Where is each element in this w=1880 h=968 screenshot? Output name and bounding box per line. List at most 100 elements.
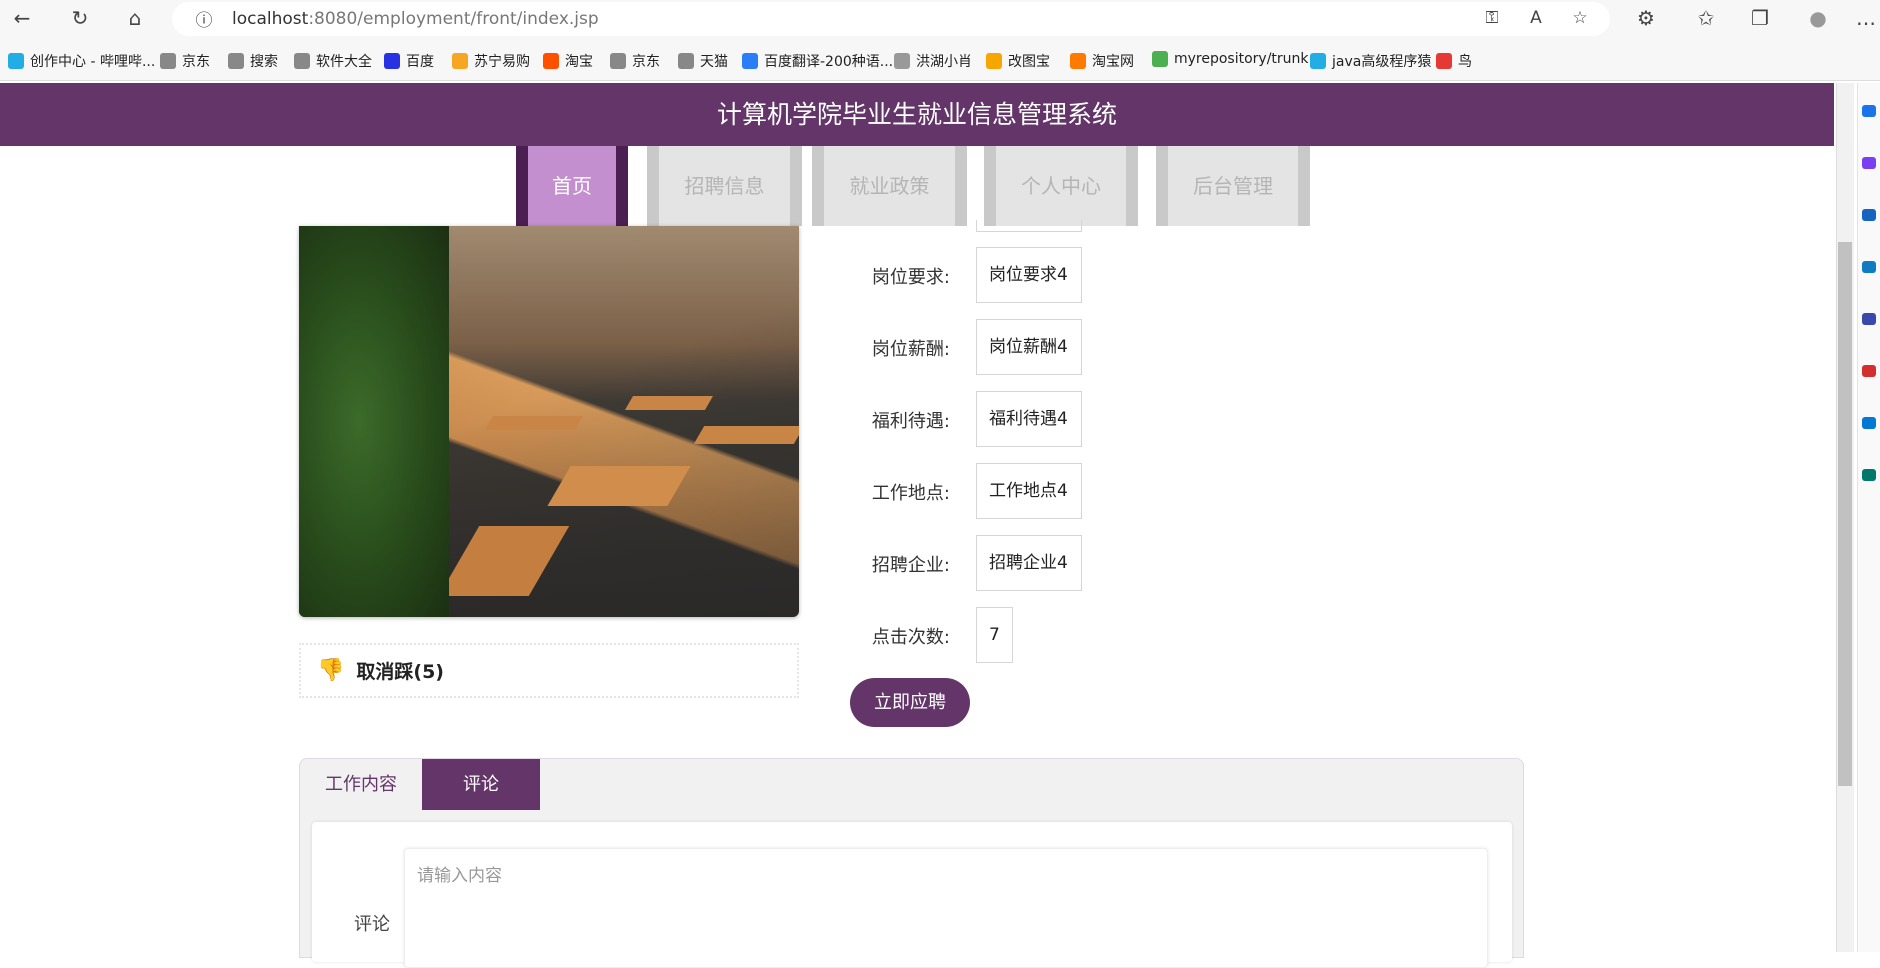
nav-home[interactable]: 首页	[516, 146, 628, 226]
bookmark-item[interactable]: 鸟	[1436, 51, 1472, 71]
site-header: 计算机学院毕业生就业信息管理系统	[0, 83, 1834, 146]
bookmark-icon	[894, 53, 910, 69]
games-icon[interactable]	[1862, 313, 1876, 325]
search-icon[interactable]	[1862, 105, 1876, 117]
bookmark-item[interactable]: 百度	[384, 51, 434, 71]
read-aloud-icon[interactable]: A	[1522, 8, 1550, 28]
bookmark-label: 软件大全	[316, 54, 372, 70]
nav-jobs[interactable]: 招聘信息	[647, 146, 802, 226]
extensions-icon[interactable]: ⚙	[1632, 6, 1660, 30]
thumbs-down-icon: 👎	[317, 658, 345, 683]
bookmark-item[interactable]: 软件大全	[294, 51, 372, 71]
bookmark-icon	[986, 53, 1002, 69]
add-favorite-icon[interactable]: ☆	[1566, 8, 1594, 28]
bookmark-label: 淘宝	[565, 54, 593, 70]
back-icon[interactable]: ←	[8, 6, 36, 30]
reload-icon[interactable]: ↻	[66, 6, 94, 30]
collections-icon[interactable]: ❐	[1746, 6, 1774, 30]
bookmark-item[interactable]: 苏宁易购	[452, 51, 530, 71]
bookmark-label: java高级程序猿	[1332, 54, 1432, 70]
bookmark-label: 洪湖小肖	[916, 54, 972, 70]
bookmark-item[interactable]: 淘宝	[543, 51, 593, 71]
bookmark-label: 苏宁易购	[474, 54, 530, 70]
field-label: 招聘企业:	[871, 555, 950, 576]
bookmark-icon	[1310, 53, 1326, 69]
bookmark-label: myrepository/trunk...	[1174, 51, 1322, 67]
url-host: localhost	[232, 9, 309, 29]
office-icon[interactable]	[1862, 365, 1876, 377]
shopping-icon[interactable]	[1862, 209, 1876, 221]
bookmark-item[interactable]: 洪湖小肖	[894, 51, 972, 71]
comment-label: 评论	[354, 914, 390, 935]
browser-toolbar: ← ↻ ⌂ ⓘ localhost:8080/employment/front/…	[0, 0, 1880, 41]
tools-icon[interactable]	[1862, 261, 1876, 273]
nav-policy[interactable]: 就业政策	[812, 146, 967, 226]
dislike-toggle[interactable]: 👎 取消踩(5)	[299, 643, 799, 698]
url-text: localhost:8080/employment/front/index.js…	[232, 9, 599, 29]
bookmark-icon	[8, 53, 24, 69]
edge-sidebar	[1857, 83, 1880, 952]
field-label: 点击次数:	[871, 627, 950, 648]
bookmark-label: 京东	[632, 54, 660, 70]
bookmark-label: 改图宝	[1008, 54, 1050, 70]
field-value: 岗位薪酬4	[976, 319, 1082, 375]
bookmark-icon	[1070, 53, 1086, 69]
bookmark-label: 鸟	[1458, 54, 1472, 70]
bookmark-label: 搜索	[250, 54, 278, 70]
field-value: 工作地点4	[976, 463, 1082, 519]
scrollbar-thumb[interactable]	[1838, 242, 1852, 786]
outlook-icon[interactable]	[1862, 417, 1876, 429]
bookmark-item[interactable]: 京东	[610, 51, 660, 71]
bookmark-icon	[294, 53, 310, 69]
drop-icon[interactable]	[1862, 469, 1876, 481]
nav-profile[interactable]: 个人中心	[984, 146, 1138, 226]
home-icon[interactable]: ⌂	[121, 6, 149, 30]
bookmark-item[interactable]: 百度翻译-200种语...	[742, 51, 893, 71]
partial-input	[976, 220, 1082, 232]
bookmark-icon	[160, 53, 176, 69]
bookmark-item[interactable]: 改图宝	[986, 51, 1050, 71]
address-bar[interactable]: ⓘ localhost:8080/employment/front/index.…	[172, 2, 1610, 36]
bookmark-item[interactable]: myrepository/trunk...	[1152, 51, 1322, 67]
bookmark-icon	[1436, 53, 1452, 69]
field-value: 招聘企业4	[976, 535, 1082, 591]
field-value: 7	[976, 607, 1013, 663]
field-label: 福利待遇:	[871, 411, 950, 432]
bookmark-label: 创作中心 - 哔哩哔...	[30, 54, 156, 70]
field-label: 岗位薪酬:	[871, 339, 950, 360]
bookmark-item[interactable]: 创作中心 - 哔哩哔...	[8, 51, 155, 71]
bookmark-icon	[543, 53, 559, 69]
bookmark-label: 淘宝网	[1092, 54, 1134, 70]
tab-job-content[interactable]: 工作内容	[300, 759, 422, 810]
bookmark-icon	[742, 53, 758, 69]
bookmark-icon	[678, 53, 694, 69]
bookmark-label: 百度	[406, 54, 434, 70]
nav-admin[interactable]: 后台管理	[1156, 146, 1310, 226]
field-label: 岗位要求:	[871, 267, 950, 288]
bookmark-icon	[384, 53, 400, 69]
url-path: :8080/employment/front/index.jsp	[308, 9, 599, 29]
bookmark-label: 京东	[182, 54, 210, 70]
bookmark-icon	[610, 53, 626, 69]
bookmark-label: 天猫	[700, 54, 728, 70]
comment-input[interactable]	[404, 848, 1488, 968]
field-value: 福利待遇4	[976, 391, 1082, 447]
more-icon[interactable]: …	[1852, 6, 1880, 30]
field-value: 岗位要求4	[976, 247, 1082, 303]
info-icon[interactable]: ⓘ	[190, 6, 218, 31]
bookmark-icon	[1152, 51, 1168, 67]
bookmark-item[interactable]: 淘宝网	[1070, 51, 1134, 71]
bookmark-icon	[228, 53, 244, 69]
field-label: 工作地点:	[871, 483, 950, 504]
bookmark-item[interactable]: java高级程序猿	[1310, 51, 1431, 71]
bookmark-item[interactable]: 天猫	[678, 51, 728, 71]
favorites-icon[interactable]: ✩	[1692, 6, 1720, 30]
profile-icon[interactable]: ●	[1804, 6, 1832, 30]
bookmark-item[interactable]: 搜索	[228, 51, 278, 71]
bookmark-item[interactable]: 京东	[160, 51, 210, 71]
job-image	[299, 226, 799, 617]
tab-comments[interactable]: 评论	[422, 759, 540, 810]
sparkle-icon[interactable]	[1862, 157, 1876, 169]
key-icon[interactable]: ⚿	[1478, 8, 1506, 28]
apply-button[interactable]: 立即应聘	[850, 678, 970, 727]
